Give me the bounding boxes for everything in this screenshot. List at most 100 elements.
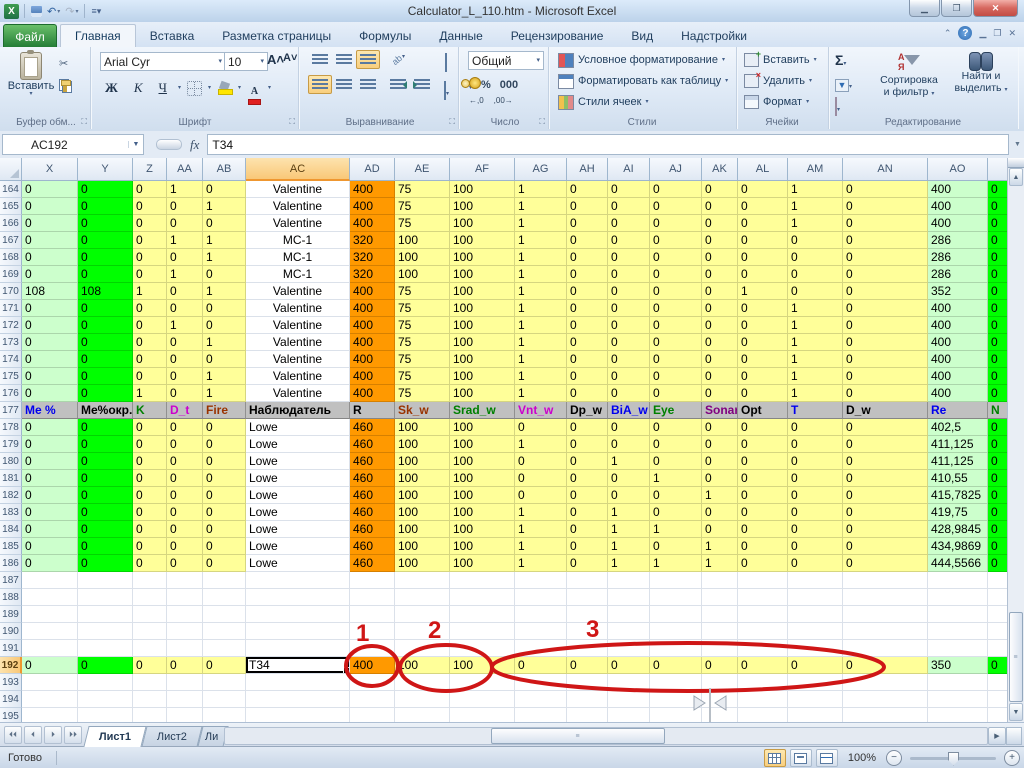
cell[interactable]: 0 (738, 300, 788, 317)
cell[interactable] (246, 623, 350, 640)
cell[interactable]: 0 (738, 487, 788, 504)
dialog-launcher-icon[interactable]: ⛶ (449, 117, 455, 127)
scroll-right-button[interactable]: ▶ (988, 727, 1006, 745)
cell[interactable]: 0 (203, 317, 246, 334)
cell[interactable]: 75 (395, 368, 450, 385)
cell[interactable]: 1 (788, 368, 843, 385)
cell[interactable] (350, 606, 395, 623)
cell[interactable]: 286 (928, 249, 988, 266)
cell[interactable] (395, 589, 450, 606)
cell[interactable]: 100 (395, 657, 450, 674)
cell[interactable]: 0 (22, 419, 78, 436)
cell[interactable]: 1 (515, 521, 567, 538)
cell[interactable]: 1 (203, 385, 246, 402)
cell[interactable]: 1 (203, 249, 246, 266)
cell[interactable]: 0 (843, 283, 928, 300)
cell[interactable]: 0 (567, 181, 608, 198)
cell[interactable]: 0 (167, 198, 203, 215)
cell[interactable]: 0 (22, 249, 78, 266)
cell[interactable]: 0 (22, 453, 78, 470)
cell[interactable]: 0 (608, 198, 650, 215)
cell[interactable]: 0 (133, 266, 167, 283)
column-header-AN[interactable]: AN (843, 158, 928, 181)
cell[interactable]: 400 (350, 657, 395, 674)
cell[interactable]: 75 (395, 385, 450, 402)
cell[interactable]: Valentine (246, 198, 350, 215)
cell[interactable]: 400 (350, 351, 395, 368)
cell[interactable]: 400 (350, 283, 395, 300)
cell[interactable] (167, 589, 203, 606)
dialog-launcher-icon[interactable]: ⛶ (539, 117, 545, 127)
cell[interactable]: 1 (738, 283, 788, 300)
cell[interactable]: 460 (350, 470, 395, 487)
cell[interactable]: 0 (843, 436, 928, 453)
underline-button[interactable]: Ч (154, 79, 172, 97)
cell[interactable] (22, 589, 78, 606)
cell[interactable]: 0 (78, 215, 133, 232)
zoom-out-button[interactable]: − (886, 750, 902, 766)
cell[interactable]: 0 (167, 555, 203, 572)
cell[interactable] (650, 640, 702, 657)
cell[interactable]: 100 (450, 283, 515, 300)
cell[interactable] (928, 623, 988, 640)
ribbon-tab-Разметка страницы[interactable]: Разметка страницы (208, 24, 345, 47)
ribbon-tab-Формулы[interactable]: Формулы (345, 24, 425, 47)
cell[interactable] (78, 589, 133, 606)
cell[interactable]: 434,9869 (928, 538, 988, 555)
cell[interactable]: 0 (988, 453, 1008, 470)
cell[interactable] (167, 674, 203, 691)
cell[interactable]: 400 (928, 300, 988, 317)
column-header-AD[interactable]: AD (350, 158, 395, 181)
cell[interactable]: 0 (167, 419, 203, 436)
cell[interactable]: 0 (650, 300, 702, 317)
cell[interactable]: 100 (450, 232, 515, 249)
cell[interactable]: 0 (843, 300, 928, 317)
cell[interactable]: 0 (650, 657, 702, 674)
cell[interactable]: 400 (350, 385, 395, 402)
cell[interactable]: 0 (133, 198, 167, 215)
cell[interactable]: 1 (788, 181, 843, 198)
align-middle-button[interactable] (332, 50, 356, 69)
cell[interactable]: 1 (788, 385, 843, 402)
cell[interactable]: 0 (843, 657, 928, 674)
cell[interactable] (608, 572, 650, 589)
cell[interactable]: 0 (567, 368, 608, 385)
cell[interactable] (608, 606, 650, 623)
cell[interactable]: Lowe (246, 470, 350, 487)
cell[interactable] (133, 708, 167, 722)
cell[interactable]: 0 (567, 334, 608, 351)
cell[interactable] (450, 623, 515, 640)
row-header-188[interactable]: 188 (0, 589, 22, 606)
cell[interactable]: 0 (738, 351, 788, 368)
cell[interactable]: 0 (788, 487, 843, 504)
cell[interactable]: 1 (515, 317, 567, 334)
cell[interactable]: Sk_w (395, 402, 450, 419)
cell[interactable] (133, 623, 167, 640)
cell[interactable]: 0 (788, 266, 843, 283)
cell[interactable]: 0 (702, 300, 738, 317)
cell[interactable]: 0 (567, 232, 608, 249)
cell[interactable]: 400 (350, 181, 395, 198)
cell[interactable]: 75 (395, 317, 450, 334)
cell[interactable]: 460 (350, 419, 395, 436)
cell[interactable]: 0 (515, 419, 567, 436)
cell[interactable]: 0 (843, 504, 928, 521)
cell[interactable] (350, 691, 395, 708)
cell[interactable]: 1 (203, 334, 246, 351)
cell[interactable] (988, 589, 1008, 606)
column-header-Z[interactable]: Z (133, 158, 167, 181)
cell[interactable]: 0 (988, 215, 1008, 232)
cell[interactable]: 0 (738, 453, 788, 470)
cell[interactable]: 0 (22, 351, 78, 368)
cell[interactable]: 400 (350, 334, 395, 351)
cell[interactable]: 0 (608, 419, 650, 436)
last-sheet-button[interactable]: ⏵⏵ (64, 726, 82, 744)
cell[interactable]: 0 (78, 504, 133, 521)
cell[interactable]: 0 (650, 453, 702, 470)
cell[interactable]: 0 (567, 555, 608, 572)
cell[interactable] (167, 606, 203, 623)
cell[interactable]: 0 (650, 317, 702, 334)
align-bottom-button[interactable] (356, 50, 380, 69)
row-header-165[interactable]: 165 (0, 198, 22, 215)
cell[interactable]: R (350, 402, 395, 419)
